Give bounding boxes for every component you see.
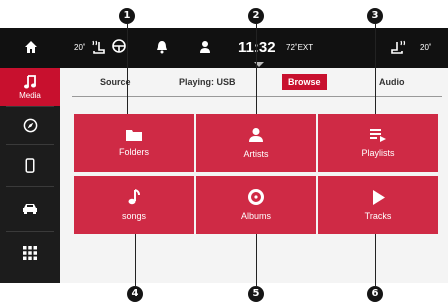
- sidebar-item-vehicle[interactable]: [0, 188, 60, 228]
- callout-5: 5: [248, 286, 264, 302]
- callout-leader-6: [375, 234, 376, 286]
- tile-label: Albums: [240, 211, 271, 221]
- exterior-temp: 72˚EXT: [286, 43, 314, 52]
- sidebar-item-navigation[interactable]: [0, 108, 60, 142]
- tile-label: Folders: [118, 147, 149, 157]
- callout-leader-2: [256, 24, 257, 114]
- tile-albums[interactable]: Albums: [196, 176, 316, 234]
- tab-audio[interactable]: Audio: [379, 77, 405, 87]
- tile-label: Tracks: [364, 210, 392, 221]
- music-note-icon: [24, 74, 36, 88]
- apps-grid-icon: [23, 246, 37, 260]
- status-bar: 20˚ 11:32 72˚EXT 20˚: [0, 28, 448, 68]
- disc-icon: [248, 189, 264, 205]
- callout-1: 1: [119, 8, 135, 24]
- divider: [6, 144, 54, 145]
- tab-source[interactable]: Source: [100, 77, 131, 87]
- tile-playlists[interactable]: Playlists: [318, 114, 438, 172]
- notification-bell-icon[interactable]: [156, 40, 168, 54]
- heated-steering-icon[interactable]: [111, 38, 127, 54]
- car-icon: [23, 203, 37, 214]
- compass-icon: [23, 118, 37, 132]
- person-icon: [249, 128, 263, 142]
- media-browse-panel: Source Playing: USB Browse Audio Folders…: [60, 68, 448, 283]
- callout-3: 3: [367, 8, 383, 24]
- media-tabs: Source Playing: USB Browse Audio: [60, 68, 448, 96]
- tile-songs[interactable]: songs: [74, 176, 194, 234]
- callout-leader-3: [375, 24, 376, 114]
- tile-tracks[interactable]: Tracks: [318, 176, 438, 234]
- driver-temp: 20˚: [74, 43, 86, 52]
- tile-artists[interactable]: Artists: [196, 114, 316, 172]
- infotainment-screen: 20˚ 11:32 72˚EXT 20˚ Media: [0, 28, 448, 283]
- callout-leader-4: [135, 234, 136, 286]
- divider: [6, 186, 54, 187]
- tile-label: Playlists: [361, 148, 395, 158]
- callout-4: 4: [127, 286, 143, 302]
- user-profile-icon[interactable]: [199, 40, 211, 54]
- callout-leader-1: [127, 24, 128, 114]
- passenger-heated-seat-icon[interactable]: [390, 39, 406, 55]
- tab-browse[interactable]: Browse: [282, 74, 327, 90]
- tile-folders[interactable]: Folders: [74, 114, 194, 172]
- playlist-icon: [370, 129, 386, 142]
- home-icon[interactable]: [24, 40, 38, 54]
- play-icon: [372, 189, 385, 205]
- tab-playing-usb[interactable]: Playing: USB: [179, 77, 236, 87]
- sidebar-item-label: Media: [19, 90, 41, 100]
- divider: [6, 231, 54, 232]
- sidebar-item-apps[interactable]: [0, 233, 60, 273]
- heated-seat-icon[interactable]: [90, 39, 106, 55]
- divider: [6, 106, 54, 107]
- phone-icon: [25, 157, 35, 173]
- callout-leader-5: [256, 234, 257, 286]
- passenger-temp: 20˚: [420, 43, 432, 52]
- music-note-icon: [128, 189, 140, 205]
- tile-label: songs: [121, 211, 147, 221]
- sidebar: Media: [0, 68, 60, 283]
- sidebar-item-media[interactable]: Media: [0, 68, 60, 106]
- tile-label: Artists: [243, 149, 269, 159]
- callout-6: 6: [367, 286, 383, 302]
- sidebar-item-phone[interactable]: [0, 146, 60, 184]
- callout-2: 2: [248, 8, 264, 24]
- folder-icon: [126, 130, 142, 141]
